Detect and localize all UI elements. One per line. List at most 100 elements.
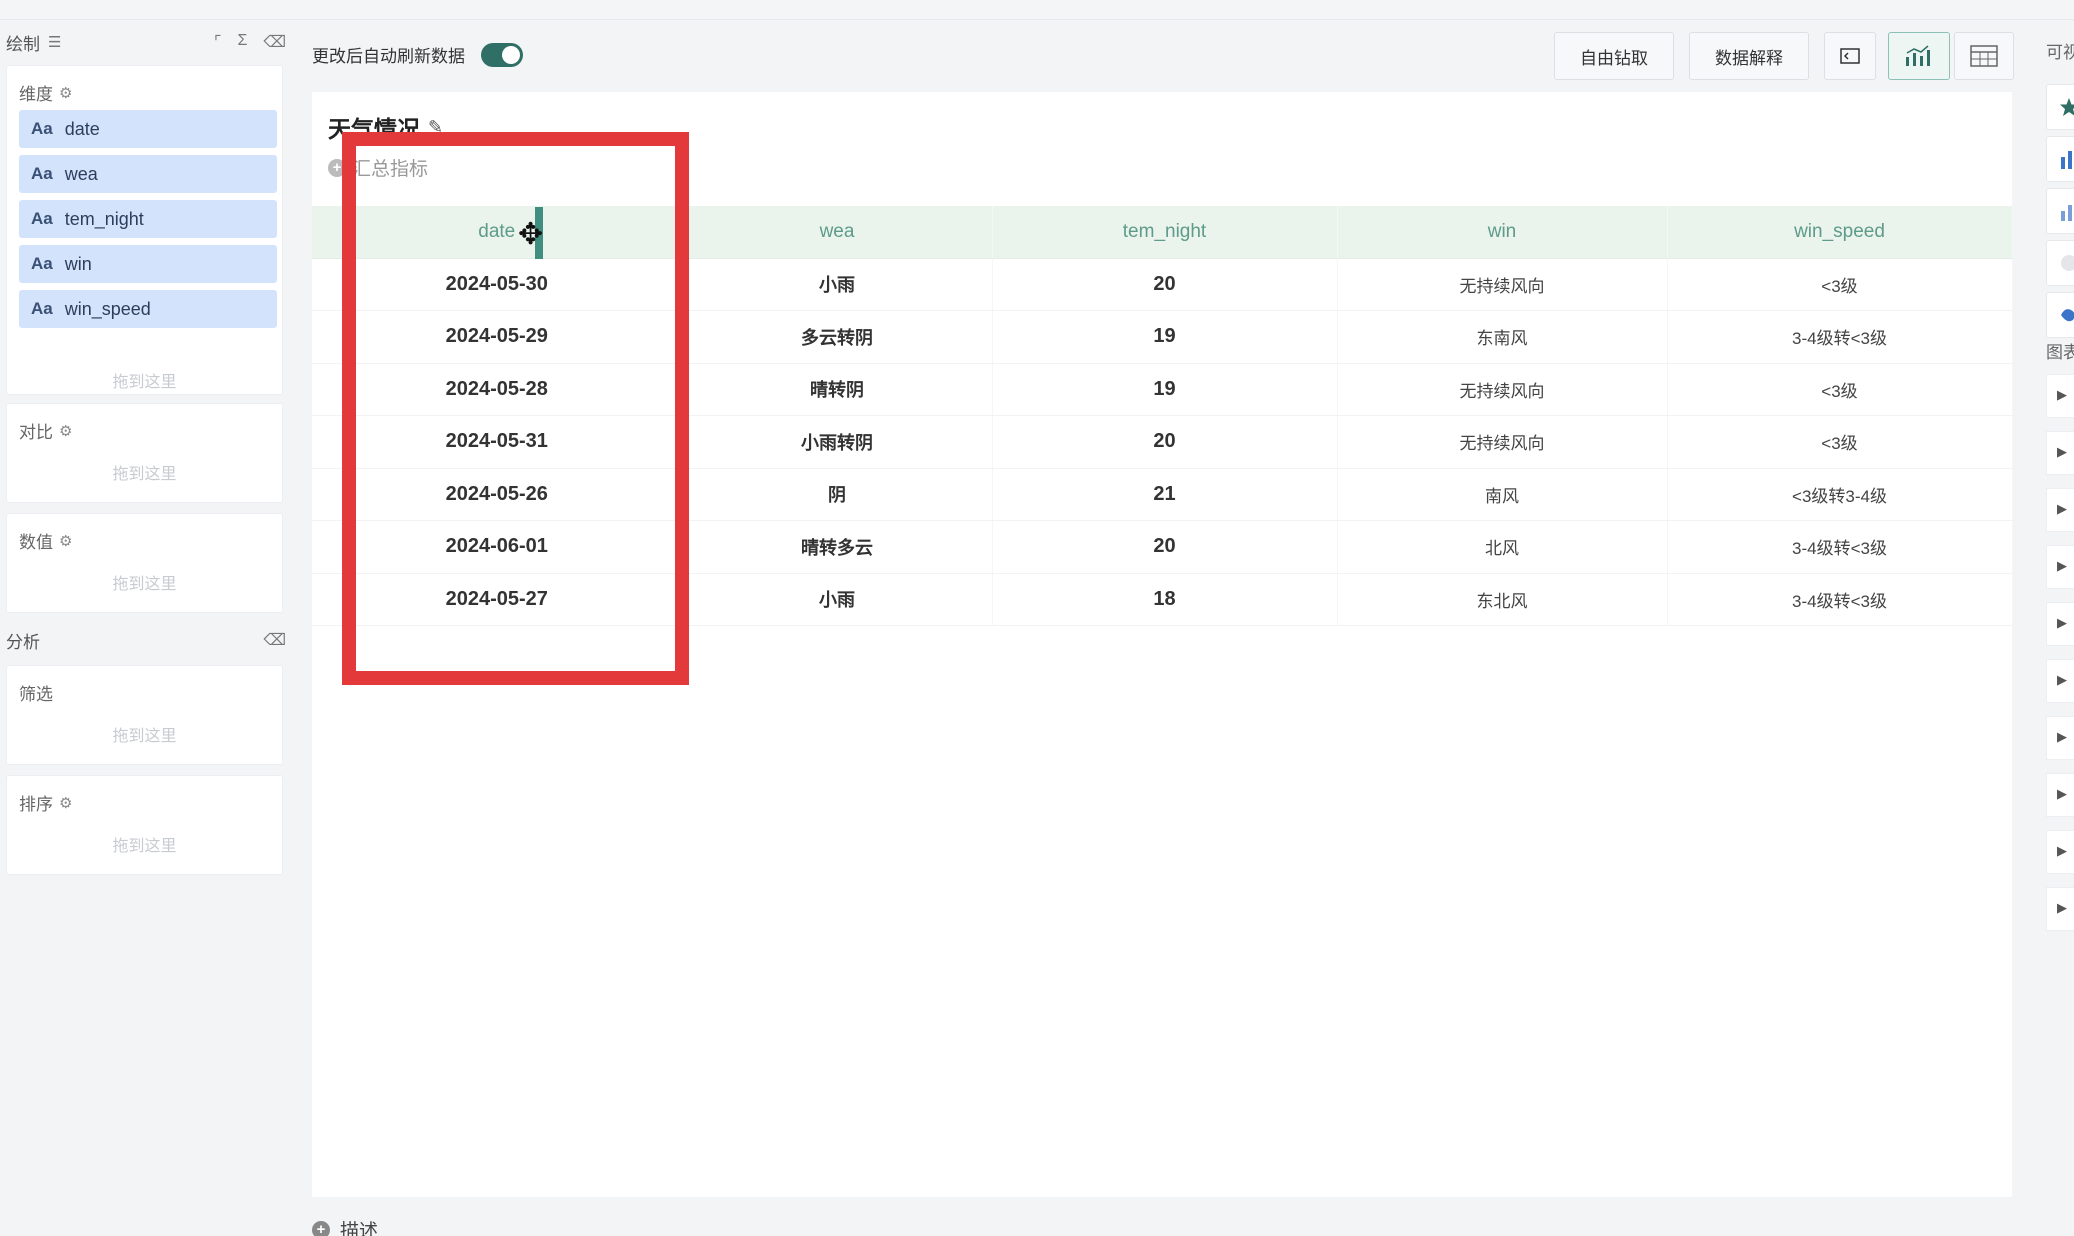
table-cell-win_speed: <3级: [1667, 363, 2013, 416]
right-panel: 可视 图表 ▶ ▶ ▶ ▶ ▶ ▶ ▶ ▶ ▶ ▶: [2030, 20, 2074, 1236]
gear-icon[interactable]: ⚙: [59, 422, 72, 440]
chart-group-expand-arrow-icon[interactable]: ▶: [2046, 887, 2074, 931]
filter-drop-zone[interactable]: 拖到这里: [7, 722, 282, 746]
chart-group-expand-arrow-icon[interactable]: ▶: [2046, 374, 2074, 418]
column-header-tem_night[interactable]: tem_night: [992, 206, 1338, 259]
table-cell-date: 2024-05-29: [312, 310, 683, 364]
table-cell-date: 2024-05-27: [312, 573, 683, 626]
dimension-field-tem_night[interactable]: Aa tem_night: [19, 200, 277, 238]
right-section-label: 图表: [2046, 343, 2074, 362]
settings-sliders-icon[interactable]: ☰: [48, 33, 61, 51]
free-drill-button[interactable]: 自由钻取: [1554, 32, 1674, 80]
chart-canvas: 天气情况 ✎ + 汇总指标 date wea tem_night win win_spe…: [312, 92, 2013, 1197]
corner-icon[interactable]: ⌜: [214, 32, 222, 52]
table-cell-date: 2024-05-28: [312, 363, 683, 416]
map-chart-tile[interactable]: [2046, 292, 2074, 338]
chart-group-expand-arrow-icon[interactable]: ▶: [2046, 773, 2074, 817]
chart-view-button[interactable]: [1888, 32, 1950, 80]
pie-chart-tile[interactable]: [2046, 240, 2074, 286]
data-explain-button[interactable]: 数据解释: [1689, 32, 1809, 80]
dimension-drop-zone[interactable]: 拖到这里: [7, 368, 282, 392]
column-header-win[interactable]: win: [1337, 206, 1668, 259]
sort-drop-zone[interactable]: 拖到这里: [7, 832, 282, 856]
table-cell-win: 东南风: [1337, 310, 1668, 364]
star-icon: [2060, 98, 2074, 116]
chart-group-expand-arrow-icon[interactable]: ▶: [2046, 716, 2074, 760]
chart-title[interactable]: 天气情况 ✎: [328, 110, 443, 144]
column-header-wea[interactable]: wea: [682, 206, 993, 259]
compare-title: 对比: [19, 423, 53, 442]
eraser-icon[interactable]: ⌫: [263, 630, 286, 650]
analysis-section-header: 分析 ⌫: [6, 625, 286, 655]
table-row: 2024-05-28 晴转阴 19 无持续风向 <3级: [312, 363, 2013, 416]
table-row: 2024-05-30 小雨 20 无持续风向 <3级: [312, 258, 2013, 311]
table-cell-wea: 阴: [682, 468, 993, 521]
dimension-field-win_speed[interactable]: Aa win_speed: [19, 290, 277, 328]
chart-group-expand-arrow-icon[interactable]: ▶: [2046, 830, 2074, 874]
dimension-field-wea[interactable]: Aa wea: [19, 155, 277, 193]
edit-pencil-icon[interactable]: ✎: [428, 117, 443, 138]
value-drop-zone[interactable]: 拖到这里: [7, 570, 282, 594]
chart-group-expand-arrow-icon[interactable]: ▶: [2046, 659, 2074, 703]
text-type-icon: Aa: [31, 299, 53, 318]
filter-card: 筛选 拖到这里: [6, 665, 283, 765]
chart-group-expand-arrow-icon[interactable]: ▶: [2046, 488, 2074, 532]
table-cell-win: 南风: [1337, 468, 1668, 521]
table-cell-wea: 小雨: [682, 258, 993, 311]
column-header-win_speed[interactable]: win_speed: [1667, 206, 2013, 259]
dimension-field-date[interactable]: Aa date: [19, 110, 277, 148]
auto-refresh-control: 更改后自动刷新数据: [312, 42, 523, 67]
table-row: 2024-05-27 小雨 18 东北风 3-4级转<3级: [312, 573, 2013, 626]
column-chart-tile[interactable]: [2046, 188, 2074, 234]
add-description[interactable]: + 描述: [312, 1216, 378, 1236]
gear-icon[interactable]: ⚙: [59, 794, 72, 812]
table-row: 2024-05-29 多云转阴 19 东南风 3-4级转<3级: [312, 310, 2013, 364]
table-cell-win_speed: <3级: [1667, 415, 2013, 469]
table-cell-win_speed: <3级转3-4级: [1667, 468, 2013, 521]
add-summary-metric[interactable]: + 汇总指标: [328, 154, 428, 181]
table-cell-win_speed: <3级: [1667, 258, 2013, 311]
chart-group-expand-arrow-icon[interactable]: ▶: [2046, 602, 2074, 646]
table-cell-tem_night: 18: [992, 573, 1338, 626]
table-cell-date: 2024-05-26: [312, 468, 683, 521]
dimension-title: 维度 ⚙: [19, 84, 73, 105]
gear-icon[interactable]: ⚙: [59, 532, 72, 550]
dimension-field-win[interactable]: Aa win: [19, 245, 277, 283]
chart-group-expand-arrow-icon[interactable]: ▶: [2046, 545, 2074, 589]
analysis-label: 分析: [6, 632, 40, 652]
dimension-field-label: tem_night: [64, 208, 144, 229]
dimension-field-label: win: [64, 253, 92, 274]
chart-group-expand-arrow-icon[interactable]: ▶: [2046, 431, 2074, 475]
text-type-icon: Aa: [31, 119, 53, 138]
column-header-date[interactable]: date: [312, 206, 683, 259]
left-panel: 绘制 ☰ ⌜ Σ ⌫ 维度 ⚙ Aa date Aa wea Aa tem_night Aa…: [0, 20, 295, 1236]
chart-icon: [1906, 45, 1930, 66]
table-cell-win_speed: 3-4级转<3级: [1667, 520, 2013, 574]
table-cell-tem_night: 21: [992, 468, 1338, 521]
dimension-field-label: win_speed: [64, 298, 151, 319]
sort-title: 排序: [19, 795, 53, 814]
table-cell-wea: 晴转阴: [682, 363, 993, 416]
table-cell-tem_night: 20: [992, 520, 1338, 574]
text-type-icon: Aa: [31, 164, 53, 183]
auto-refresh-label: 更改后自动刷新数据: [312, 47, 465, 66]
table-cell-win: 无持续风向: [1337, 415, 1668, 469]
table-view-button[interactable]: [1954, 32, 2014, 80]
fullscreen-icon: [1840, 48, 1860, 64]
draw-section-header: 绘制 ☰ ⌜ Σ ⌫: [6, 27, 286, 57]
eraser-icon[interactable]: ⌫: [263, 32, 286, 52]
table-row: 2024-06-01 晴转多云 20 北风 3-4级转<3级: [312, 520, 2013, 574]
fullscreen-button[interactable]: [1824, 32, 1876, 80]
compare-drop-zone[interactable]: 拖到这里: [7, 460, 282, 484]
gear-icon[interactable]: ⚙: [59, 84, 72, 102]
table-cell-date: 2024-05-30: [312, 258, 683, 311]
resize-cursor-icon: ✥: [518, 218, 544, 251]
value-title: 数值: [19, 533, 53, 552]
auto-refresh-toggle[interactable]: [481, 42, 523, 67]
bar-chart-tile[interactable]: [2046, 136, 2074, 182]
sigma-icon[interactable]: Σ: [237, 32, 247, 52]
table-cell-date: 2024-05-31: [312, 415, 683, 469]
text-type-icon: Aa: [31, 254, 53, 273]
sort-card: 排序 ⚙ 拖到这里: [6, 775, 283, 875]
favorite-chart-tile[interactable]: [2046, 84, 2074, 130]
